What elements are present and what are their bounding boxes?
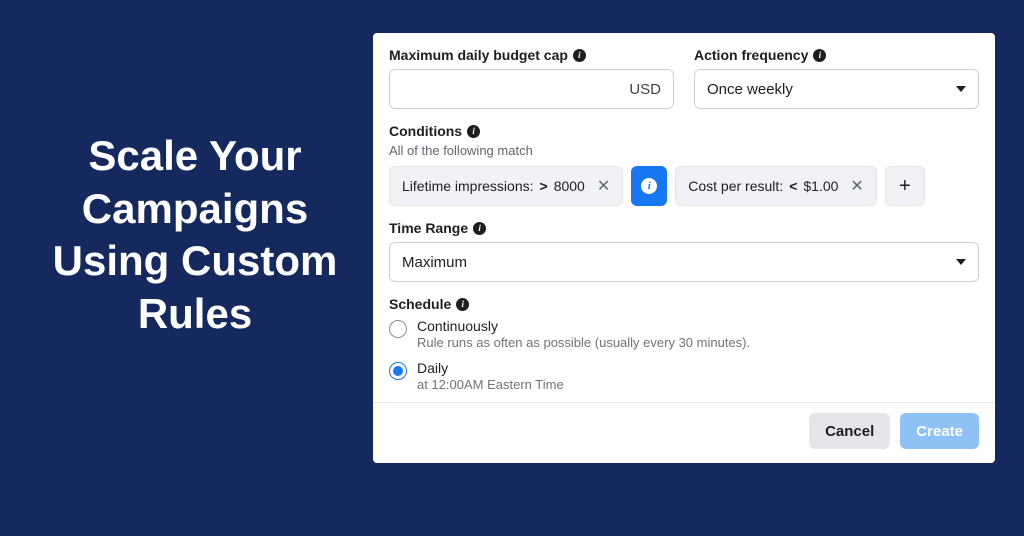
condition-value: $1.00 xyxy=(803,178,838,194)
time-range-label: Time Range i xyxy=(389,220,979,236)
custom-rule-panel: Maximum daily budget cap i USD Action fr… xyxy=(373,33,995,463)
action-frequency-label: Action frequency i xyxy=(694,47,979,63)
condition-metric: Cost per result: xyxy=(688,178,783,194)
schedule-option-desc: at 12:00AM Eastern Time xyxy=(417,377,564,392)
condition-info-chip[interactable]: i xyxy=(631,166,667,206)
info-icon[interactable]: i xyxy=(473,222,486,235)
action-frequency-value: Once weekly xyxy=(707,81,793,98)
schedule-option-daily[interactable]: Daily at 12:00AM Eastern Time xyxy=(389,360,979,392)
radio-icon[interactable] xyxy=(389,320,407,338)
time-range-select[interactable]: Maximum xyxy=(389,242,979,282)
action-frequency-label-text: Action frequency xyxy=(694,47,808,63)
chevron-down-icon xyxy=(956,86,966,92)
create-button[interactable]: Create xyxy=(900,413,979,449)
schedule-option-title: Continuously xyxy=(417,318,750,334)
currency-suffix: USD xyxy=(629,81,661,98)
radio-icon[interactable] xyxy=(389,362,407,380)
budget-cap-input[interactable]: USD xyxy=(389,69,674,109)
plus-icon: + xyxy=(899,175,911,198)
schedule-option-continuously[interactable]: Continuously Rule runs as often as possi… xyxy=(389,318,979,350)
hero-title: Scale Your Campaigns Using Custom Rules xyxy=(40,130,350,340)
schedule-option-title: Daily xyxy=(417,360,564,376)
condition-metric: Lifetime impressions: xyxy=(402,178,534,194)
add-condition-button[interactable]: + xyxy=(885,166,925,206)
condition-op: < xyxy=(789,178,797,194)
dialog-footer: Cancel Create xyxy=(373,402,995,449)
condition-op: > xyxy=(540,178,548,194)
condition-chip[interactable]: Lifetime impressions: > 8000 ✕ xyxy=(389,166,623,206)
close-icon[interactable]: ✕ xyxy=(597,176,610,196)
info-icon[interactable]: i xyxy=(813,49,826,62)
time-range-label-text: Time Range xyxy=(389,220,468,236)
budget-cap-label-text: Maximum daily budget cap xyxy=(389,47,568,63)
condition-value: 8000 xyxy=(554,178,585,194)
info-icon[interactable]: i xyxy=(456,298,469,311)
chevron-down-icon xyxy=(956,259,966,265)
info-icon[interactable]: i xyxy=(573,49,586,62)
schedule-label: Schedule i xyxy=(389,296,979,312)
budget-cap-label: Maximum daily budget cap i xyxy=(389,47,674,63)
condition-chip[interactable]: Cost per result: < $1.00 ✕ xyxy=(675,166,877,206)
conditions-label-text: Conditions xyxy=(389,123,462,139)
close-icon[interactable]: ✕ xyxy=(850,176,863,196)
cancel-button[interactable]: Cancel xyxy=(809,413,890,449)
action-frequency-select[interactable]: Once weekly xyxy=(694,69,979,109)
info-icon: i xyxy=(641,178,657,194)
conditions-label: Conditions i xyxy=(389,123,979,139)
schedule-option-desc: Rule runs as often as possible (usually … xyxy=(417,335,750,350)
time-range-value: Maximum xyxy=(402,254,467,271)
info-icon[interactable]: i xyxy=(467,125,480,138)
conditions-sublabel: All of the following match xyxy=(389,143,979,158)
schedule-label-text: Schedule xyxy=(389,296,451,312)
